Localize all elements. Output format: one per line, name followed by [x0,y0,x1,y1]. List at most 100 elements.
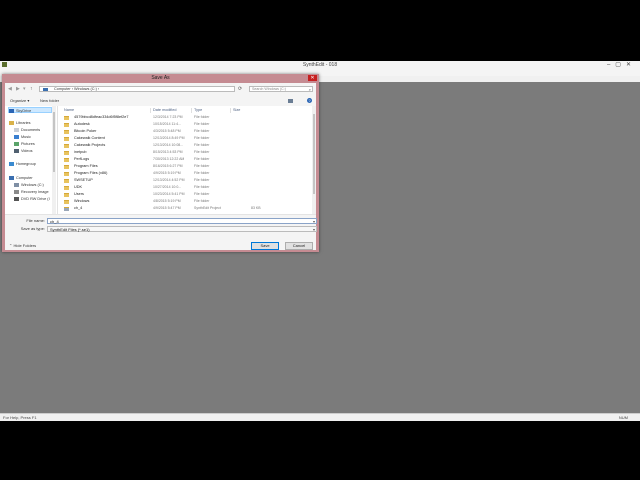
dialog-close-button[interactable]: ✕ [308,75,317,81]
documents-icon [14,128,19,132]
file-type: File folder [194,136,210,140]
file-name-input[interactable]: ch_4 ▾ [47,218,317,224]
nav-item-dvd-drive[interactable]: DVD RW Drive (I [14,196,50,202]
file-type: File folder [194,115,210,119]
file-list-scrollbar[interactable] [312,106,316,214]
file-size: 83 KB [251,206,261,210]
file-name: Windows [74,199,90,203]
table-row[interactable]: Cakewalk Content 12/13/2014 8:49 PM File f… [61,135,307,142]
breadcrumb[interactable]: Computer › Windows (C:) › [54,87,99,92]
column-divider[interactable] [150,108,151,113]
table-row[interactable]: Users 10/23/2014 5:41 PM File folder [61,191,307,198]
file-date: 10/15/2014 11:4... [153,122,181,126]
table-row[interactable]: Bitcoin Poker 4/3/2015 5:48 PM File folder [61,128,307,135]
nav-scroll-thumb[interactable] [53,112,55,172]
skydrive-icon [9,109,14,113]
chevron-down-icon[interactable]: ▾ [313,227,315,232]
music-icon [14,135,19,139]
file-type: File folder [194,164,210,168]
recent-chevron-down-icon[interactable]: ▾ [23,86,26,92]
address-bar[interactable]: Computer › Windows (C:) › [39,86,235,92]
folder-icon [64,192,69,197]
save-type-select[interactable]: SynthEdit Files (*.se1) ▾ [47,226,317,232]
pictures-icon [14,142,19,146]
folder-icon [64,122,69,127]
organize-button[interactable]: Organize ▾ [10,96,29,106]
up-arrow-icon[interactable]: ↑ [30,86,33,92]
table-row[interactable]: Windows 4/8/2015 5:19 PM File folder [61,198,307,205]
back-arrow-icon[interactable]: ◀ [8,86,12,92]
status-bar: For Help, Press F1 NUM [0,413,640,421]
file-list: Name Date modified Type Size 4579bbcd8df… [58,106,316,214]
chevron-down-icon[interactable]: ▾ [313,219,315,224]
window-control-buttons[interactable]: –▢✕ [607,61,636,69]
nav-item-windows-c[interactable]: Windows (C:) [14,182,44,188]
file-name: Bitcoin Poker [74,129,97,133]
save-button[interactable]: Save [251,242,279,250]
table-row[interactable]: SWSETUP 12/13/2014 4:52 PM File folder [61,177,307,184]
file-icon [64,206,69,211]
folder-icon [64,164,69,169]
help-icon[interactable]: ? [307,98,312,103]
folder-icon [64,150,69,155]
file-type: File folder [194,178,210,182]
navigation-pane: SkyDrive Libraries Documents Music Pictu… [5,106,58,214]
table-row[interactable]: Cakewalk Projects 12/13/2014 10:08... File… [61,142,307,149]
table-row[interactable]: UDK 10/27/2014 10:0... File folder [61,184,307,191]
nav-item-recovery-image[interactable]: Recovery Image [14,189,49,195]
file-date: 10/23/2014 5:41 PM [153,192,185,196]
save-type-value: SynthEdit Files (*.se1) [50,227,90,232]
folder-icon [64,129,69,134]
drive-icon [14,183,19,187]
table-row[interactable]: ch_4 4/9/2015 5:47 PM SynthEdit Project 83 … [61,205,307,212]
file-type: File folder [194,143,210,147]
nav-item-homegroup[interactable]: Homegroup [9,161,36,167]
column-header-type[interactable]: Type [194,108,202,113]
table-row[interactable]: 4579bbcd8dfeac334d6f5f8ef2e7 12/3/2014 7:… [61,114,307,121]
computer-icon [9,176,14,180]
file-name: PerfLogs [74,157,90,161]
table-row[interactable]: inetpub 8/15/2013 4:53 PM File folder [61,149,307,156]
search-input[interactable]: Search Windows (C:) ⌕ [249,86,313,92]
dialog-titlebar[interactable]: Save As ✕ [2,74,319,83]
nav-item-skydrive[interactable]: SkyDrive [8,107,52,113]
folder-icon [64,199,69,204]
table-row[interactable]: Program Files (x86) 4/9/2015 5:19 PM File … [61,170,307,177]
column-header-size[interactable]: Size [233,108,240,113]
refresh-icon[interactable]: ⟳ [238,86,242,92]
nav-item-music[interactable]: Music [14,134,31,140]
file-date: 12/13/2014 4:52 PM [153,178,185,182]
file-scroll-thumb[interactable] [313,114,315,194]
file-name: SWSETUP [74,178,93,182]
nav-item-documents[interactable]: Documents [14,127,40,133]
save-type-label: Save as type: [20,226,45,231]
table-row[interactable]: Program Files 8/16/2015 6:27 PM File folde… [61,163,307,170]
nav-item-videos[interactable]: Videos [14,148,33,154]
table-row[interactable]: PerfLogs 7/30/2013 12:22 AM File folder [61,156,307,163]
hide-folders-button[interactable]: ⌃ Hide Folders [9,243,36,249]
file-name: 4579bbcd8dfeac334d6f5f8ef2e7 [74,115,129,119]
cancel-button[interactable]: Cancel [285,242,313,250]
forward-arrow-icon[interactable]: ▶ [16,86,20,92]
view-options-icon[interactable] [288,99,293,103]
dialog-body: ◀ ▶ ▾ ↑ Computer › Windows (C:) › ⟳ Sear… [5,83,317,250]
column-header-date[interactable]: Date modified [153,108,176,113]
nav-item-pictures[interactable]: Pictures [14,141,35,147]
status-help-text: For Help, Press F1 [3,415,37,420]
file-type: File folder [194,171,210,175]
column-divider[interactable] [191,108,192,113]
file-date: 8/16/2015 6:27 PM [153,164,183,168]
address-row: ◀ ▶ ▾ ↑ Computer › Windows (C:) › ⟳ Sear… [5,83,316,96]
nav-item-libraries[interactable]: Libraries [9,120,31,126]
homegroup-icon [9,162,14,166]
new-folder-button[interactable]: New folder [40,96,59,106]
computer-icon [43,88,48,91]
nav-item-computer[interactable]: Computer [9,175,33,181]
nav-pane-scrollbar[interactable] [52,106,56,214]
column-header-name[interactable]: Name [64,108,74,113]
file-name: Cakewalk Content [74,136,105,140]
folder-icon [64,171,69,176]
file-type: File folder [194,150,210,154]
table-row[interactable]: Autodesk 10/15/2014 11:4... File folder [61,121,307,128]
column-divider[interactable] [230,108,231,113]
